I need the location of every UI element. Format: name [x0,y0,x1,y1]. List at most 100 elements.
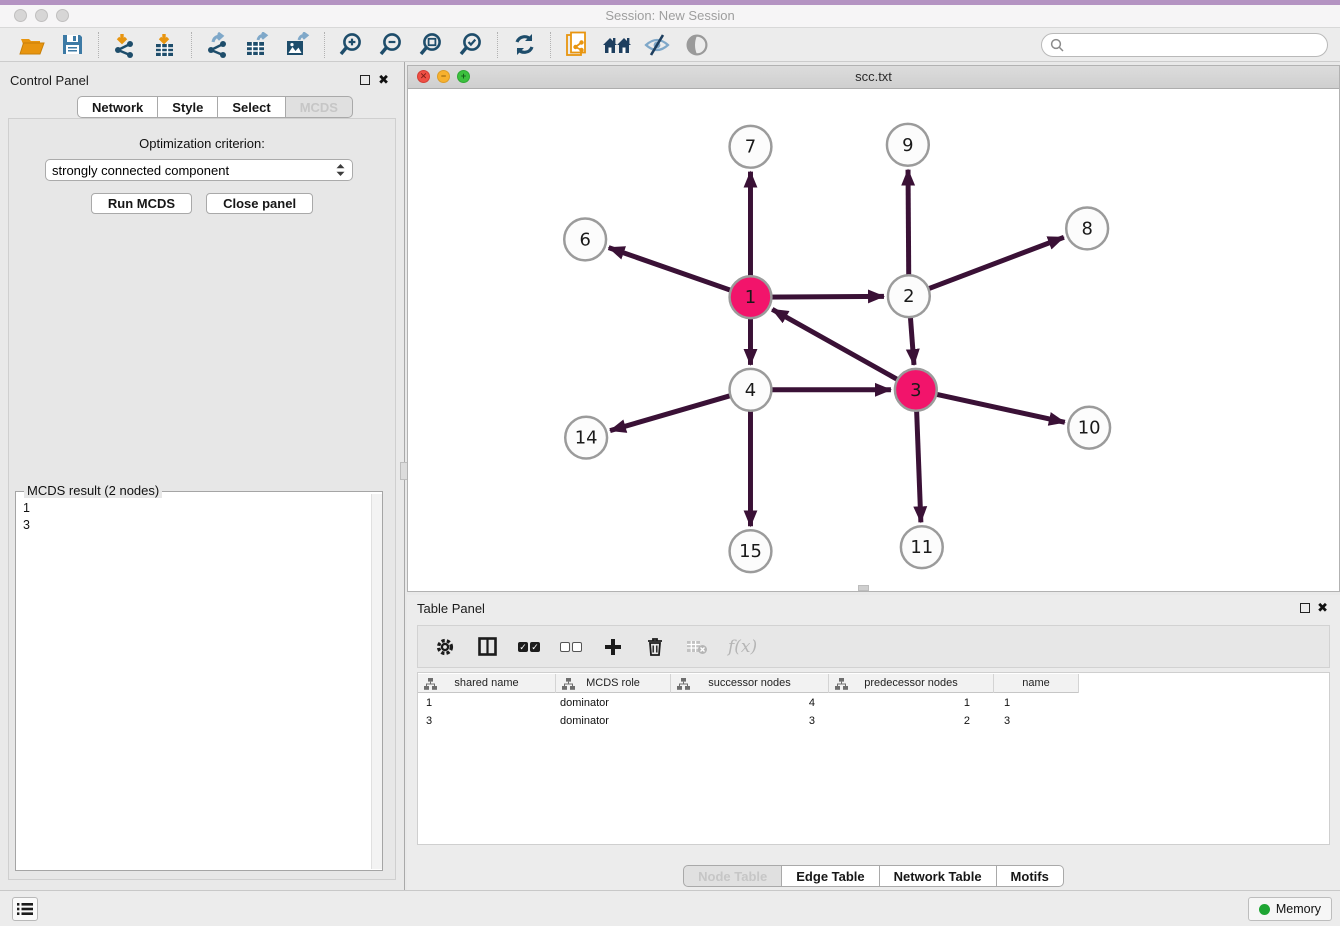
new-network-from-selection-button[interactable] [557,30,597,60]
mcds-panel: Optimization criterion: strongly connect… [8,118,396,880]
app-titlebar[interactable]: Session: New Session [0,5,1340,27]
criterion-select[interactable]: strongly connected component [45,159,353,181]
column-header-successor-nodes[interactable]: successor nodes [671,674,829,693]
node-label: 11 [910,537,933,558]
column-header-predecessor-nodes[interactable]: predecessor nodes [829,674,994,693]
close-panel-button[interactable]: Close panel [206,193,313,214]
table-cell: 3 [994,713,1079,729]
tab-motifs[interactable]: Motifs [997,865,1064,887]
close-panel-icon[interactable]: ✖ [378,72,389,88]
node-2[interactable]: 2 [888,275,930,317]
memory-button[interactable]: Memory [1248,897,1332,921]
network-view-window: ✕ − + scc.txt 7 9 6 8 1 2 4 3 14 10 15 11 [407,65,1340,592]
close-table-panel-icon[interactable]: ✖ [1317,600,1328,616]
show-column-panel-button[interactable] [476,634,498,660]
memory-label: Memory [1276,902,1321,916]
toolbar-separator [550,32,551,58]
node-10[interactable]: 10 [1068,407,1110,449]
network-graph[interactable]: 7 9 6 8 1 2 4 3 14 10 15 11 [408,89,1339,591]
function-builder-button[interactable]: f(x) [728,634,757,660]
task-history-button[interactable] [12,897,38,921]
edge-1-6[interactable] [609,248,751,298]
tab-network-table[interactable]: Network Table [880,865,997,887]
select-chevrons-icon [335,163,346,177]
table-settings-button[interactable] [434,634,456,660]
float-panel-icon[interactable] [360,75,370,85]
node-7[interactable]: 7 [730,126,772,168]
export-network-button[interactable] [198,30,238,60]
search-input[interactable] [1069,36,1319,54]
tab-node-table[interactable]: Node Table [683,865,782,887]
zoom-out-button[interactable] [371,30,411,60]
trash-icon [647,637,663,656]
node-6[interactable]: 6 [564,218,606,260]
result-scrollbar[interactable] [371,494,382,869]
node-9[interactable]: 9 [887,124,929,166]
table-panel: Table Panel ✖ ✓ [407,595,1340,890]
edge-3-10[interactable] [916,390,1065,423]
save-session-button[interactable] [52,30,92,60]
fit-content-button[interactable] [411,30,451,60]
optimization-criterion-label: Optimization criterion: [9,136,395,151]
network-canvas[interactable]: 7 9 6 8 1 2 4 3 14 10 15 11 [408,89,1339,591]
mcds-result-text[interactable]: 1 3 [16,494,371,870]
node-table[interactable]: shared nameMCDS rolesuccessor nodesprede… [417,672,1330,845]
zoom-in-button[interactable] [331,30,371,60]
unchecked-box-icon [572,642,582,652]
node-label: 6 [579,229,590,250]
tab-network[interactable]: Network [77,96,158,118]
import-network-button[interactable] [105,30,145,60]
create-column-button[interactable] [602,634,624,660]
export-table-button[interactable] [238,30,278,60]
deselect-all-rows-button[interactable] [560,634,582,660]
node-label: 8 [1081,218,1092,239]
zoom-selected-button[interactable] [451,30,491,60]
checked-box-icon: ✓ [518,642,528,652]
node-4[interactable]: 4 [730,369,772,411]
tab-select[interactable]: Select [218,96,285,118]
first-neighbors-button[interactable] [597,30,637,60]
hide-selected-button[interactable] [637,30,677,60]
node-14[interactable]: 14 [565,417,607,459]
column-header-MCDS-role[interactable]: MCDS role [556,674,671,693]
table-panel-header: Table Panel ✖ [407,598,1340,620]
network-window-titlebar[interactable]: ✕ − + scc.txt [408,66,1339,89]
column-header-name[interactable]: name [994,674,1079,693]
node-3[interactable]: 3 [895,369,937,411]
table-row[interactable]: 3dominator323 [418,713,1329,729]
select-all-rows-button[interactable]: ✓ ✓ [518,634,540,660]
table-body: 1dominator411 3dominator323 [418,693,1329,729]
canvas-resize-handle[interactable] [858,585,869,591]
run-mcds-button[interactable]: Run MCDS [91,193,192,214]
edge-2-8[interactable] [909,237,1064,296]
unchecked-box-icon [560,642,570,652]
sort-hierarchy-icon [562,678,575,690]
delete-columns-button[interactable] [644,634,666,660]
control-panel-tabs: NetworkStyleSelectMCDS [77,96,353,118]
first-neighbors-houses-icon [601,34,633,56]
export-image-button[interactable] [278,30,318,60]
node-15[interactable]: 15 [730,530,772,572]
show-all-button[interactable] [677,30,717,60]
table-cell: 1 [994,695,1079,711]
edge-3-1[interactable] [772,309,916,389]
tab-edge-table[interactable]: Edge Table [782,865,879,887]
import-table-icon [152,32,178,58]
search-box[interactable] [1041,33,1328,57]
node-8[interactable]: 8 [1066,208,1108,250]
refresh-view-button[interactable] [504,30,544,60]
delete-table-button[interactable] [686,634,708,660]
node-1[interactable]: 1 [730,276,772,318]
table-row[interactable]: 1dominator411 [418,695,1329,711]
float-table-panel-icon[interactable] [1300,603,1310,613]
node-label: 10 [1078,418,1101,439]
column-header-shared-name[interactable]: shared name [418,674,556,693]
open-session-button[interactable] [12,30,52,60]
main-area: Control Panel ✖ NetworkStyleSelectMCDS O… [0,62,1340,890]
tab-style[interactable]: Style [158,96,218,118]
import-table-button[interactable] [145,30,185,60]
node-11[interactable]: 11 [901,526,943,568]
tab-mcds[interactable]: MCDS [286,96,353,118]
checked-box-icon: ✓ [530,642,540,652]
zoom-selected-icon [458,32,484,58]
